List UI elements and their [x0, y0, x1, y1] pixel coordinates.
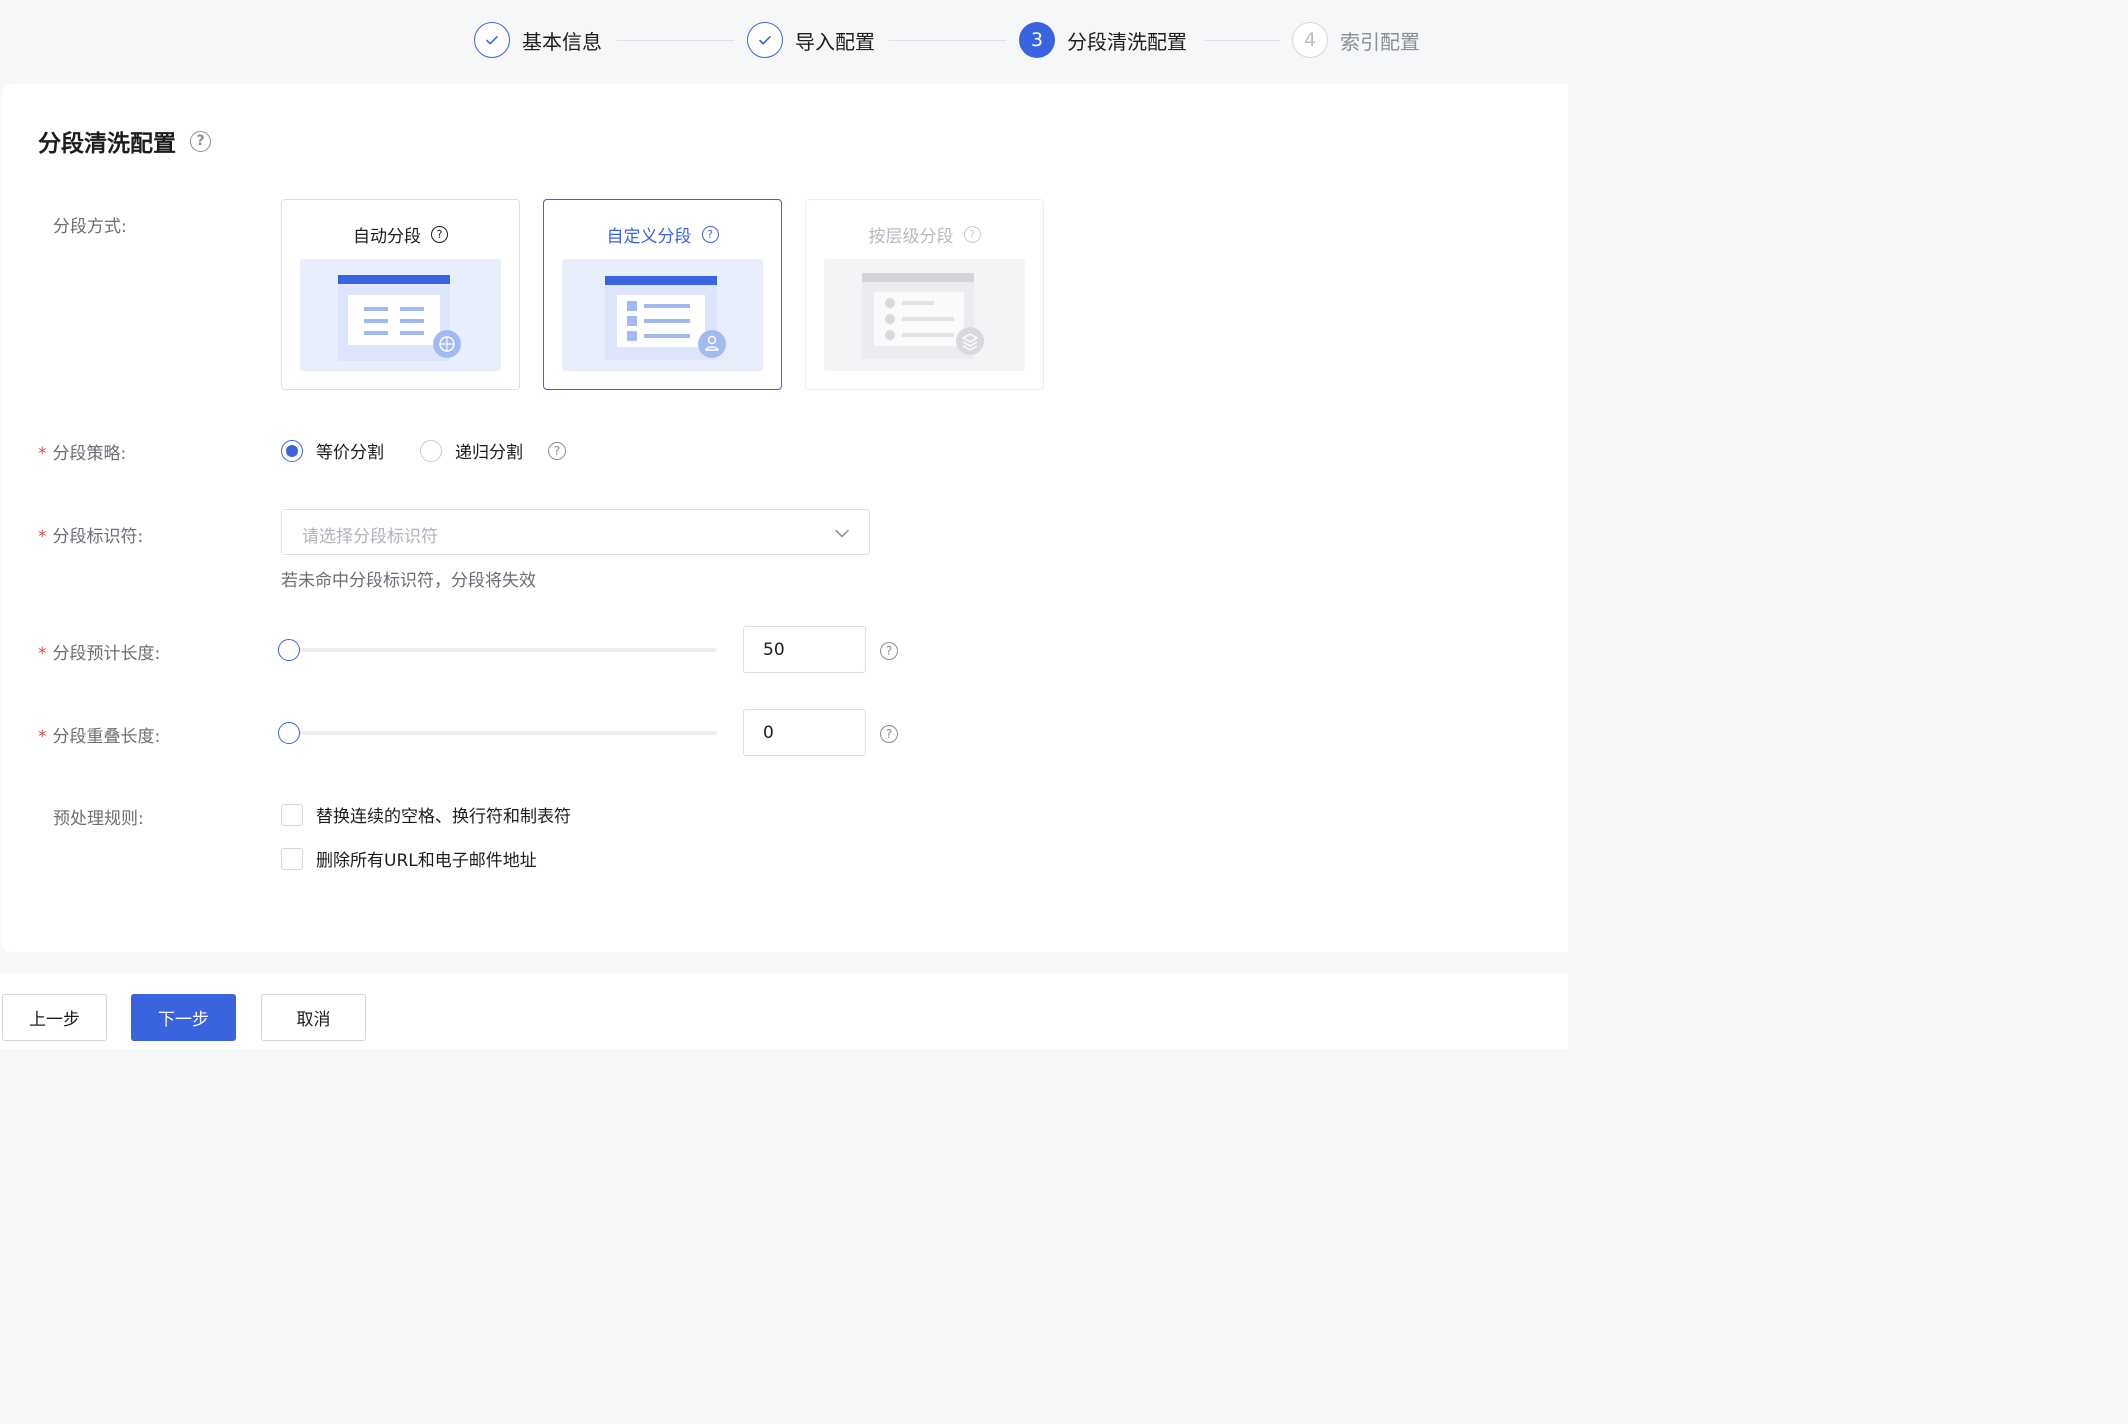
section-header: 分段清洗配置 ?	[38, 124, 211, 158]
cancel-button[interactable]: 取消	[261, 994, 366, 1041]
step-connector	[1204, 40, 1280, 41]
mode-card-custom[interactable]: 自定义分段 ?	[543, 199, 782, 390]
check-icon	[747, 22, 783, 58]
segment-mode-label: 分段方式:	[53, 217, 127, 237]
step-label: 基本信息	[522, 29, 602, 54]
step-basic-info[interactable]: 基本信息	[474, 22, 602, 58]
mode-card-title: 自动分段	[353, 227, 421, 247]
step-index-config[interactable]: 4 索引配置	[1292, 22, 1420, 58]
rule-replace-whitespace[interactable]: 替换连续的空格、换行符和制表符	[281, 802, 571, 827]
mode-card-title: 按层级分段	[868, 227, 954, 247]
help-icon[interactable]: ?	[431, 226, 448, 243]
footer-bar: 上一步 下一步 取消	[0, 973, 1568, 1049]
est-length-slider[interactable]	[289, 648, 717, 652]
step-number: 4	[1292, 22, 1328, 58]
help-icon[interactable]: ?	[880, 642, 898, 660]
help-icon[interactable]: ?	[880, 725, 898, 743]
radio-equal-split[interactable]: 等价分割	[281, 438, 384, 463]
step-number: 3	[1019, 22, 1055, 58]
preprocess-label: 预处理规则:	[53, 809, 144, 829]
mode-card-title: 自定义分段	[606, 227, 692, 247]
help-icon[interactable]: ?	[190, 130, 211, 152]
select-placeholder: 请选择分段标识符	[302, 527, 438, 547]
overlap-length-input[interactable]: 0	[743, 709, 866, 756]
overlap-length-slider[interactable]	[289, 731, 717, 735]
step-label: 导入配置	[795, 29, 875, 54]
slider-thumb[interactable]	[278, 639, 300, 661]
slider-thumb[interactable]	[278, 722, 300, 744]
strategy-radio-group: 等价分割 递归分割 ?	[281, 438, 566, 463]
step-connector	[889, 40, 1006, 41]
mode-card-hierarchy: 按层级分段 ?	[805, 199, 1044, 390]
radio-button[interactable]	[420, 439, 442, 462]
hierarchy-segment-illustration	[824, 259, 1025, 371]
step-label: 索引配置	[1340, 29, 1420, 54]
overlap-length-label: * 分段重叠长度:	[38, 727, 161, 747]
page-title: 分段清洗配置	[38, 131, 176, 157]
rule-remove-urls[interactable]: 删除所有URL和电子邮件地址	[281, 846, 537, 871]
strategy-label: * 分段策略:	[38, 444, 127, 464]
auto-segment-illustration	[300, 259, 501, 371]
est-length-label: * 分段预计长度:	[38, 644, 161, 664]
next-button[interactable]: 下一步	[131, 994, 236, 1041]
checkbox[interactable]	[281, 803, 303, 826]
identifier-select[interactable]: 请选择分段标识符	[281, 509, 870, 555]
steps-bar: 基本信息 导入配置 3 分段清洗配置 4 索引配置	[0, 0, 1568, 82]
identifier-label: * 分段标识符:	[38, 527, 144, 547]
step-import-config[interactable]: 导入配置	[747, 22, 875, 58]
help-icon[interactable]: ?	[548, 441, 566, 460]
step-label: 分段清洗配置	[1067, 29, 1187, 54]
prev-button[interactable]: 上一步	[2, 994, 107, 1041]
step-segment-config[interactable]: 3 分段清洗配置	[1019, 22, 1187, 58]
check-icon	[474, 22, 510, 58]
checkbox[interactable]	[281, 847, 303, 870]
help-icon[interactable]: ?	[701, 226, 719, 243]
config-card: 分段清洗配置 ? 分段方式: 自动分段 ? 自定义分段 ? 按层级分段 ? * …	[2, 84, 1568, 952]
chevron-down-icon	[833, 524, 851, 546]
radio-button[interactable]	[281, 439, 303, 462]
step-connector	[617, 40, 734, 41]
mode-card-auto[interactable]: 自动分段 ?	[281, 199, 520, 390]
help-icon: ?	[963, 226, 981, 243]
est-length-input[interactable]: 50	[743, 626, 866, 673]
custom-segment-illustration	[562, 259, 763, 371]
identifier-hint: 若未命中分段标识符，分段将失效	[281, 571, 536, 591]
radio-recursive-split[interactable]: 递归分割	[420, 438, 523, 463]
